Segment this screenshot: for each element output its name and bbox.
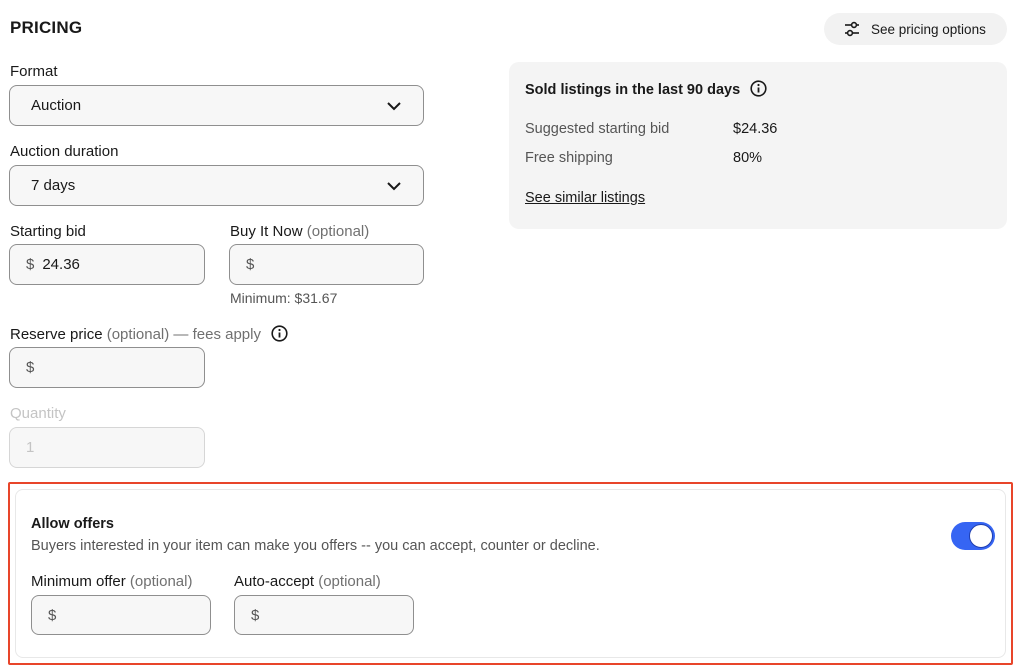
buy-it-now-input[interactable]: $	[229, 244, 424, 285]
sliders-icon	[845, 21, 859, 37]
minimum-offer-input[interactable]: $	[31, 595, 211, 635]
reserve-price-optional: (optional) — fees apply	[106, 326, 261, 343]
info-icon[interactable]	[750, 80, 767, 97]
info-icon[interactable]	[271, 325, 288, 342]
suggested-starting-bid-label: Suggested starting bid	[525, 121, 670, 137]
auto-accept-label-text: Auto-accept	[234, 573, 315, 590]
currency-symbol: $	[48, 606, 57, 624]
currency-symbol: $	[251, 606, 260, 624]
minimum-offer-optional: (optional)	[129, 573, 193, 590]
toggle-knob	[969, 524, 993, 548]
auto-accept-label: Auto-accept (optional)	[234, 573, 381, 590]
allow-offers-card: Allow offers Buyers interested in your i…	[15, 489, 1006, 658]
chevron-down-icon	[387, 102, 401, 111]
allow-offers-title: Allow offers	[31, 516, 114, 532]
quantity-input: 1	[9, 427, 205, 468]
sold-listings-panel: Sold listings in the last 90 days Sugges…	[509, 62, 1007, 229]
starting-bid-label: Starting bid	[10, 223, 86, 240]
sold-listings-title-text: Sold listings in the last 90 days	[525, 82, 741, 98]
buy-it-now-optional: (optional)	[306, 223, 370, 240]
reserve-price-label-text: Reserve price	[10, 326, 103, 343]
see-similar-listings-link[interactable]: See similar listings	[525, 190, 645, 206]
see-pricing-options-button[interactable]: See pricing options	[824, 13, 1007, 45]
currency-symbol: $	[246, 256, 255, 273]
chevron-down-icon	[387, 182, 401, 191]
quantity-label: Quantity	[10, 405, 66, 422]
reserve-price-label: Reserve price (optional) — fees apply	[10, 325, 288, 343]
allow-offers-description: Buyers interested in your item can make …	[31, 538, 600, 554]
free-shipping-label: Free shipping	[525, 150, 613, 166]
allow-offers-highlight: Allow offers Buyers interested in your i…	[8, 482, 1013, 665]
buy-it-now-hint: Minimum: $31.67	[230, 290, 338, 306]
currency-symbol: $	[26, 359, 35, 376]
auto-accept-input[interactable]: $	[234, 595, 414, 635]
buy-it-now-label: Buy It Now (optional)	[230, 223, 369, 240]
currency-symbol: $	[26, 256, 35, 273]
page-title: PRICING	[10, 18, 83, 37]
sold-listings-title: Sold listings in the last 90 days	[525, 80, 767, 98]
allow-offers-toggle[interactable]	[951, 522, 995, 550]
minimum-offer-label: Minimum offer (optional)	[31, 573, 192, 590]
reserve-price-input[interactable]: $	[9, 347, 205, 388]
format-label: Format	[10, 63, 58, 80]
buy-it-now-label-text: Buy It Now	[230, 223, 303, 240]
quantity-value: 1	[26, 439, 35, 456]
starting-bid-value: 24.36	[42, 256, 80, 273]
see-pricing-options-label: See pricing options	[871, 21, 986, 37]
format-value: Auction	[31, 97, 82, 114]
format-select[interactable]: Auction	[9, 85, 424, 126]
auction-duration-select[interactable]: 7 days	[9, 165, 424, 206]
starting-bid-input[interactable]: $ 24.36	[9, 244, 205, 285]
minimum-offer-label-text: Minimum offer	[31, 573, 126, 590]
free-shipping-value: 80%	[733, 150, 763, 166]
auto-accept-optional: (optional)	[318, 573, 381, 590]
suggested-starting-bid-value: $24.36	[733, 121, 778, 137]
auction-duration-value: 7 days	[31, 177, 76, 194]
auction-duration-label: Auction duration	[10, 143, 119, 160]
